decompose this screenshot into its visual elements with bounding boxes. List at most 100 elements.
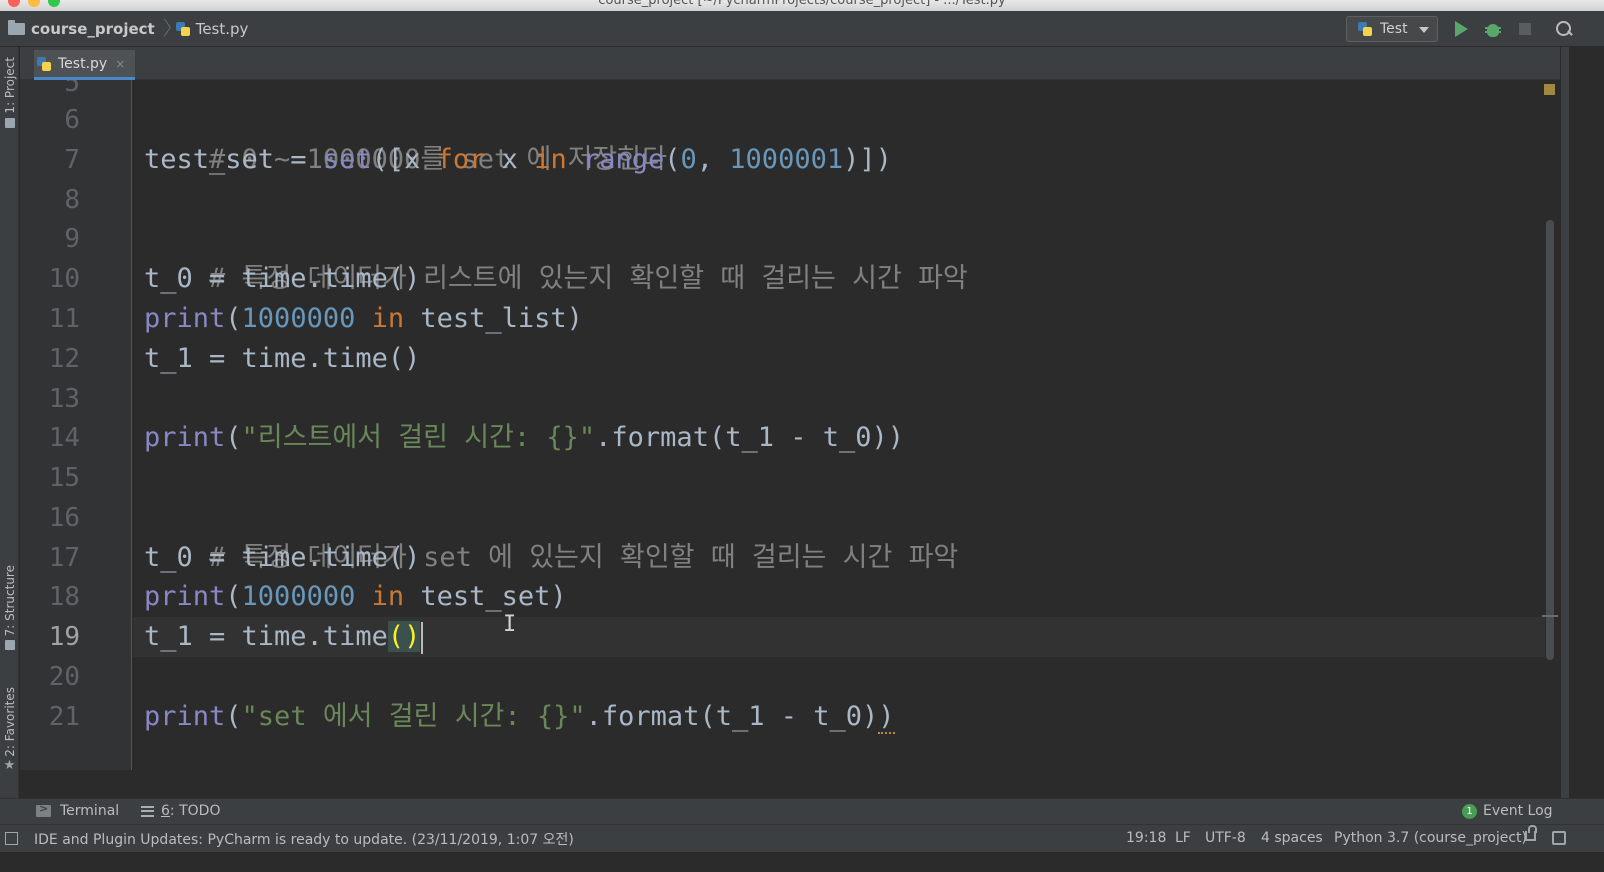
breadcrumb-project-label: course_project xyxy=(31,19,155,38)
line-number: 6 xyxy=(64,105,80,135)
breadcrumb-project[interactable]: course_project xyxy=(0,11,155,46)
line-number: 15 xyxy=(48,463,80,493)
stop-button[interactable] xyxy=(1516,20,1534,38)
screen-bottom-edge xyxy=(0,852,1604,872)
chevron-down-icon xyxy=(1419,27,1429,33)
code-builtin: set xyxy=(322,144,372,175)
run-configuration-dropdown[interactable]: Test xyxy=(1346,16,1438,42)
title-bar: course_project [~/PycharmProjects/course… xyxy=(0,0,1604,11)
code-token: .format(t_1 - t_0) xyxy=(585,701,879,732)
breadcrumb-file[interactable]: Test.py xyxy=(175,11,249,46)
run-configuration-label: Test xyxy=(1380,21,1408,37)
tool-tab-structure[interactable]: 7: Structure xyxy=(1,565,18,651)
code-builtin: print xyxy=(144,581,226,612)
python-file-icon xyxy=(175,21,191,37)
line-number: 8 xyxy=(64,185,80,215)
star-icon: ★ xyxy=(3,757,16,773)
event-log-label: Event Log xyxy=(1483,803,1553,819)
run-button[interactable] xyxy=(1452,20,1470,38)
line-number: 21 xyxy=(48,702,80,732)
code-keyword: for xyxy=(436,144,486,175)
close-icon[interactable]: × xyxy=(115,57,125,71)
code-line-6: # 0 ~ 1000000를 set 에 저장한다 xyxy=(144,100,667,175)
tool-tab-project-label: 1: Project xyxy=(2,57,17,114)
ibeam-cursor-icon: I xyxy=(503,612,517,637)
code-keyword: in xyxy=(371,303,405,334)
editor-bottom-area xyxy=(20,770,1560,798)
code-keyword: in xyxy=(371,581,405,612)
text-caret xyxy=(421,621,424,654)
python-file-icon xyxy=(36,56,52,72)
code-line-21: print("set 에서 걸린 시간: {}".format(t_1 - t_… xyxy=(144,697,895,737)
code-builtin: print xyxy=(144,701,226,732)
lock-icon[interactable] xyxy=(1525,825,1537,841)
code-builtin: print xyxy=(144,303,226,334)
toggle-tool-windows-icon[interactable] xyxy=(5,832,18,845)
line-separator[interactable]: LF xyxy=(1175,830,1191,846)
breadcrumb-file-label: Test.py xyxy=(195,19,249,38)
code-token: x xyxy=(485,144,535,175)
todo-label: : TODO xyxy=(169,803,221,819)
line-number: 10 xyxy=(48,264,80,294)
code-token: .format(t_1 - t_0)) xyxy=(595,422,905,453)
python-interpreter[interactable]: Python 3.7 (course_project) xyxy=(1334,830,1527,846)
code-line-17: t_0 = time.time() xyxy=(144,538,420,578)
status-message[interactable]: IDE and Plugin Updates: PyCharm is ready… xyxy=(34,829,574,849)
code-keyword: in xyxy=(534,144,567,175)
line-number: 7 xyxy=(64,145,80,175)
code-token: t_0 = time.time() xyxy=(144,263,421,294)
code-token: )]) xyxy=(843,144,892,175)
folder-icon xyxy=(8,19,25,35)
file-encoding[interactable]: UTF-8 xyxy=(1205,830,1246,846)
code-number: 0 xyxy=(680,144,697,175)
editor-vertical-scrollbar[interactable] xyxy=(1546,220,1554,660)
inspection-status-icon[interactable] xyxy=(1544,84,1555,95)
code-string: "set 에서 걸린 시간: {}" xyxy=(241,701,586,732)
code-warning-token: ) xyxy=(878,701,895,734)
code-line-18: print(1000000 in test_set) xyxy=(144,577,567,617)
code-token: ([x xyxy=(371,144,437,175)
event-log-button[interactable]: 1 Event Log xyxy=(1462,803,1553,819)
code-line-11: print(1000000 in test_list) xyxy=(144,299,583,339)
code-string: "리스트에서 걸린 시간: {}" xyxy=(241,422,596,453)
right-tool-strip xyxy=(1561,47,1569,822)
caret-position[interactable]: 19:18 xyxy=(1126,830,1166,846)
code-token: ( xyxy=(225,581,242,612)
todo-shortcut-number: 6 xyxy=(161,803,170,819)
search-everywhere-icon[interactable] xyxy=(1554,20,1572,38)
line-number: 13 xyxy=(48,384,80,414)
code-token: t_1 = time.time() xyxy=(144,343,421,374)
code-token: test_set = xyxy=(144,144,323,175)
window-title: course_project [~/PycharmProjects/course… xyxy=(598,0,1006,8)
todo-tool-button[interactable]: 6 : TODO xyxy=(141,803,220,819)
breadcrumb-separator-icon xyxy=(159,17,169,41)
terminal-tool-button[interactable]: Terminal xyxy=(36,802,119,819)
left-tool-strip: 1: Project 7: Structure 2: Favorites ★ xyxy=(0,47,19,822)
line-number: 16 xyxy=(48,503,80,533)
tool-tab-favorites[interactable]: 2: Favorites ★ xyxy=(1,687,18,772)
caret-position-marker xyxy=(1542,615,1558,617)
code-token: ( xyxy=(225,303,242,334)
tool-tab-structure-label: 7: Structure xyxy=(2,565,17,637)
structure-icon xyxy=(4,640,15,651)
line-number-current: 19 xyxy=(48,622,80,652)
inspector-icon[interactable] xyxy=(1552,831,1566,845)
debug-button[interactable] xyxy=(1484,20,1502,38)
code-token: test_list) xyxy=(404,303,583,334)
line-number: 14 xyxy=(48,423,80,453)
tab-test-py[interactable]: Test.py × xyxy=(34,50,136,80)
line-number: 9 xyxy=(64,224,80,254)
code-number: 1000000 xyxy=(241,581,356,612)
tool-tab-project[interactable]: 1: Project xyxy=(1,57,18,128)
code-builtin: print xyxy=(144,422,226,453)
code-number: 1000001 xyxy=(729,144,844,175)
line-number-gutter[interactable]: 5 6 7 8 9 10 11 12 13 14 15 16 17 18 19 … xyxy=(20,80,132,770)
status-bar: IDE and Plugin Updates: PyCharm is ready… xyxy=(0,824,1604,852)
code-token: ( xyxy=(225,422,242,453)
indent-setting[interactable]: 4 spaces xyxy=(1261,830,1323,846)
code-line-16: # 특정 데이터가 set 에 있는지 확인할 때 걸리는 시간 파악 xyxy=(144,498,958,573)
code-editor[interactable]: # 0 ~ 1000000를 set 에 저장한다 test_set = set… xyxy=(133,80,1545,770)
